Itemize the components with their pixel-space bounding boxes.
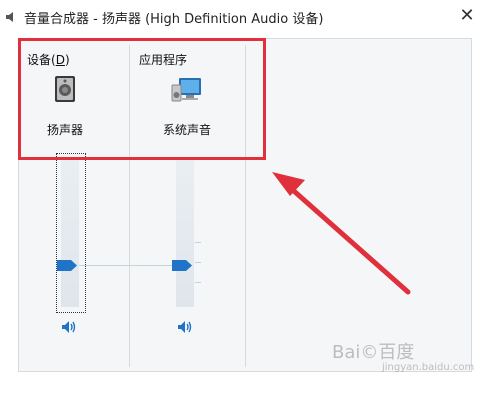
annotation-arrow xyxy=(272,172,411,295)
watermark-url: jingyan.baidu.com xyxy=(382,362,475,373)
volume-mixer-window: 音量合成器 - 扬声器 (High Definition Audio 设备) ✕… xyxy=(0,0,498,405)
watermark: Bai©百度 xyxy=(332,342,415,363)
